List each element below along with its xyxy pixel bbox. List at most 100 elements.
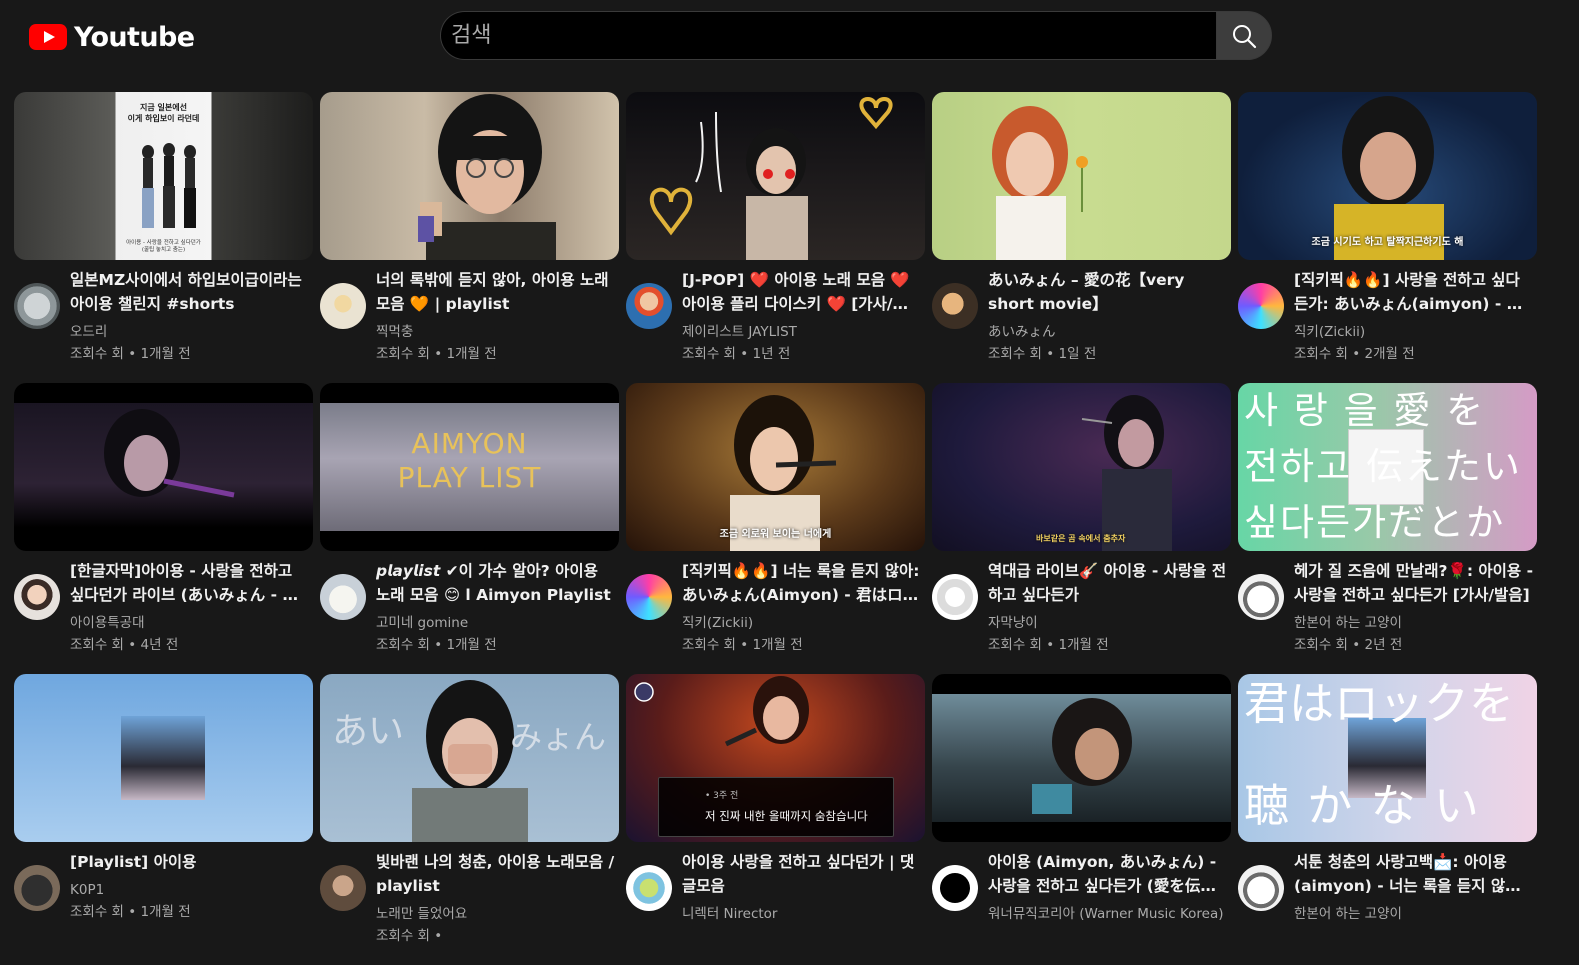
channel-avatar[interactable]: [626, 574, 672, 620]
video-card[interactable]: 조금 시기도 하고 탈짝지근하기도 해 [직키픽🔥🔥] 사랑을 전하고 싶다든가…: [1238, 92, 1537, 383]
video-thumbnail[interactable]: [14, 383, 313, 551]
video-card[interactable]: 너의 록밖에 듣지 않아, 아이용 노래 모음 🧡 | playlist 찍먹충…: [320, 92, 619, 383]
video-card[interactable]: [한글자막]아이용 - 사랑을 전하고 싶다던가 라이브 (あいみょん - 愛を…: [14, 383, 313, 674]
upload-age: 1개월 전: [140, 904, 191, 920]
thumbnail-person: [1032, 698, 1132, 814]
channel-name[interactable]: 한본어 하는 고양이: [1294, 612, 1534, 634]
video-card[interactable]: [J-POP] ❤️ 아이용 노래 모음 ❤️ 아이용 플리 다이스키 ❤️ […: [626, 92, 925, 383]
video-thumbnail[interactable]: 君はロックを 聴 か な い: [1238, 674, 1537, 842]
channel-avatar[interactable]: [932, 283, 978, 329]
video-card[interactable]: あい みょん 빛바랜 나의 청춘, 아이용 노래모음 / playlist 노래…: [320, 674, 619, 965]
video-card[interactable]: • 3주 전 저 진짜 내한 올때까지 숨참습니다 아이용 사랑을 전하고 싶다…: [626, 674, 925, 965]
channel-name[interactable]: 니렉터 Nirector: [682, 903, 922, 925]
channel-avatar[interactable]: [320, 574, 366, 620]
video-title[interactable]: 서툰 청춘의 사랑고백📩: 아이용 (aimyon) - 너는 록을 듣지 않아…: [1294, 850, 1534, 898]
video-thumbnail[interactable]: [932, 674, 1231, 842]
channel-avatar[interactable]: [320, 865, 366, 911]
video-thumbnail[interactable]: [320, 92, 619, 260]
video-card[interactable]: 아이용 (Aimyon, あいみょん) - 사랑을 전하고 싶다든가 (愛を伝え…: [932, 674, 1231, 965]
channel-name[interactable]: 아이용특공대: [70, 612, 310, 634]
video-title[interactable]: 역대급 라이브🎸 아이용 - 사랑을 전하고 싶다든가: [988, 559, 1228, 607]
video-card[interactable]: 사 랑 을 愛 を 전하고 伝えたい 싶다든가だとか 헤가 질 즈음에 만날래?…: [1238, 383, 1537, 674]
thumbnail-caption: 싶다든가だとか: [1244, 501, 1506, 544]
channel-name[interactable]: 제이리스트 JAYLIST: [682, 321, 922, 343]
channel-name[interactable]: 워너뮤직코리아 (Warner Music Korea): [988, 903, 1228, 925]
channel-avatar[interactable]: [1238, 574, 1284, 620]
channel-name[interactable]: あいみょん: [988, 321, 1228, 343]
channel-avatar[interactable]: [626, 865, 672, 911]
view-count: 조회수 회: [70, 637, 124, 653]
thumbnail-caption: みょん: [510, 718, 607, 756]
channel-avatar[interactable]: [14, 283, 60, 329]
channel-name[interactable]: 직키(Zickii): [1294, 321, 1534, 343]
video-title[interactable]: [한글자막]아이용 - 사랑을 전하고 싶다던가 라이브 (あいみょん - 愛を…: [70, 559, 310, 607]
video-title[interactable]: あいみょん – 愛の花【very short movie】: [988, 268, 1228, 316]
channel-avatar[interactable]: [14, 865, 60, 911]
channel-name[interactable]: 한본어 하는 고양이: [1294, 903, 1534, 925]
video-stats: 조회수 회 • 1개월 전: [70, 346, 191, 362]
channel-avatar[interactable]: [932, 865, 978, 911]
video-title[interactable]: 아이용 (Aimyon, あいみょん) - 사랑을 전하고 싶다든가 (愛を伝え…: [988, 850, 1228, 898]
view-count: 조회수 회: [1294, 346, 1348, 362]
video-thumbnail[interactable]: 조금 시기도 하고 탈짝지근하기도 해: [1238, 92, 1537, 260]
comment-overlay: • 3주 전 저 진짜 내한 올때까지 숨참습니다: [658, 777, 894, 837]
channel-name[interactable]: 고미네 gomine: [376, 612, 616, 634]
video-thumbnail[interactable]: AIMYON PLAY LIST: [320, 383, 619, 551]
thumbnail-caption: 君はロックを: [1244, 677, 1515, 730]
thumbnail-subtitle: 조금 외로워 보이는 너에게: [719, 529, 832, 540]
video-title[interactable]: 빛바랜 나의 청춘, 아이용 노래모음 / playlist: [376, 850, 616, 898]
video-card[interactable]: 君はロックを 聴 か な い 서툰 청춘의 사랑고백📩: 아이용 (aimyon…: [1238, 674, 1537, 965]
video-thumbnail[interactable]: 지금 일본에선 이게 하입보이 라던데 아이용 - 사랑을 전하고 싶다던가 (…: [14, 92, 313, 260]
video-card[interactable]: AIMYON PLAY LIST 𝙥𝙡𝙖𝙮𝙡𝙞𝙨𝙩 ✔이 가수 알아? 아이용 …: [320, 383, 619, 674]
video-stats: 조회수 회 • 2년 전: [1294, 637, 1403, 653]
video-thumbnail[interactable]: • 3주 전 저 진짜 내한 올때까지 숨참습니다: [626, 674, 925, 842]
youtube-logo[interactable]: Youtube: [29, 20, 195, 54]
video-title[interactable]: 아이용 사랑을 전하고 싶다던가 | 댓글모음: [682, 850, 922, 898]
video-title[interactable]: [Playlist] 아이용: [70, 850, 310, 874]
view-count: 조회수 회: [70, 346, 124, 362]
thumbnail-subtitle: 조금 시기도 하고 탈짝지근하기도 해: [1311, 237, 1464, 248]
channel-avatar[interactable]: [320, 283, 366, 329]
channel-name[interactable]: 오드리: [70, 321, 310, 343]
channel-name[interactable]: K0P1: [70, 879, 310, 901]
video-title[interactable]: [직키픽🔥🔥] 너는 록을 듣지 않아: あいみょん(Aimyon) - 君はロ…: [682, 559, 922, 607]
video-title[interactable]: 헤가 질 즈음에 만날래?🌹: 아이용 - 사랑을 전하고 싶다든가 [가사/발…: [1294, 559, 1534, 607]
channel-avatar[interactable]: [14, 574, 60, 620]
video-thumbnail[interactable]: 사 랑 을 愛 を 전하고 伝えたい 싶다든가だとか: [1238, 383, 1537, 551]
channel-name[interactable]: 직키(Zickii): [682, 612, 922, 634]
search-input[interactable]: [440, 11, 1216, 60]
channel-avatar[interactable]: [1238, 283, 1284, 329]
video-card[interactable]: [Playlist] 아이용 K0P1 조회수 회 • 1개월 전: [14, 674, 313, 965]
video-thumbnail[interactable]: 조금 외로워 보이는 너에게: [626, 383, 925, 551]
upload-age: 1개월 전: [446, 346, 497, 362]
video-title[interactable]: [J-POP] ❤️ 아이용 노래 모음 ❤️ 아이용 플리 다이스키 ❤️ […: [682, 268, 922, 316]
channel-avatar[interactable]: [932, 574, 978, 620]
video-title[interactable]: [직키픽🔥🔥] 사랑을 전하고 싶다든가: あいみょん(aimyon) - 愛を…: [1294, 268, 1534, 316]
thumbnail-caption: 아이용 - 사랑을 전하고 싶다던가: [126, 240, 201, 246]
channel-name[interactable]: 노래만 들었어요: [376, 903, 616, 925]
video-stats: 조회수 회 • 4년 전: [70, 637, 179, 653]
channel-name[interactable]: 자막냥이: [988, 612, 1228, 634]
video-thumbnail[interactable]: [932, 92, 1231, 260]
search-bar: [440, 11, 1272, 60]
video-title[interactable]: 일본MZ사이에서 하입보이급이라는 아이용 챌린지 #shorts: [70, 268, 310, 316]
thumbnail-figures: [142, 143, 196, 228]
video-card[interactable]: 조금 외로워 보이는 너에게 [직키픽🔥🔥] 너는 록을 듣지 않아: あいみょ…: [626, 383, 925, 674]
video-thumbnail[interactable]: あい みょん: [320, 674, 619, 842]
channel-avatar[interactable]: [626, 283, 672, 329]
video-card[interactable]: 바보같은 곰 속에서 춤추자 역대급 라이브🎸 아이용 - 사랑을 전하고 싶다…: [932, 383, 1231, 674]
video-card[interactable]: あいみょん – 愛の花【very short movie】 あいみょん 조회수 …: [932, 92, 1231, 383]
search-button[interactable]: [1216, 11, 1272, 60]
video-card[interactable]: 지금 일본에선 이게 하입보이 라던데 아이용 - 사랑을 전하고 싶다던가 (…: [14, 92, 313, 383]
video-title[interactable]: 너의 록밖에 듣지 않아, 아이용 노래 모음 🧡 | playlist: [376, 268, 616, 316]
view-count: 조회수 회: [682, 346, 736, 362]
video-grid: 지금 일본에선 이게 하입보이 라던데 아이용 - 사랑을 전하고 싶다던가 (…: [14, 92, 1537, 965]
channel-name[interactable]: 찍먹충: [376, 321, 616, 343]
upload-age: 2개월 전: [1364, 346, 1415, 362]
video-thumbnail[interactable]: [626, 92, 925, 260]
video-title[interactable]: 𝙥𝙡𝙖𝙮𝙡𝙞𝙨𝙩 ✔이 가수 알아? 아이용 노래 모음 😊 l Aimyon …: [376, 559, 616, 607]
video-thumbnail[interactable]: [14, 674, 313, 842]
channel-avatar[interactable]: [1238, 865, 1284, 911]
video-thumbnail[interactable]: 바보같은 곰 속에서 춤추자: [932, 383, 1231, 551]
thumbnail-caption: (꿀팁 놓치고 춤는): [141, 247, 186, 253]
